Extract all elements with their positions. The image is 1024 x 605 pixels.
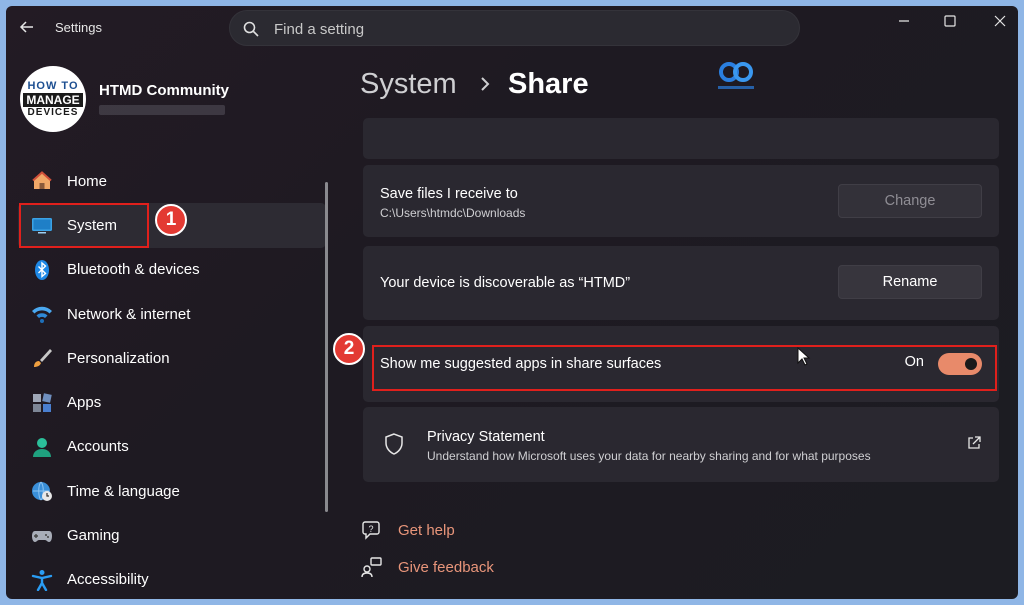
card-save-files: Save files I receive to C:\Users\htmdc\D… <box>363 165 999 237</box>
minimize-button[interactable] <box>881 6 927 36</box>
sidebar-item-label: Network & internet <box>67 305 191 323</box>
maximize-icon <box>944 15 956 27</box>
feedback-icon <box>361 557 382 578</box>
get-help-label[interactable]: Get help <box>398 522 455 539</box>
breadcrumb-parent[interactable]: System <box>360 68 457 101</box>
app-title: Settings <box>55 20 102 35</box>
sidebar-item-accessibility[interactable]: Accessibility <box>18 558 326 599</box>
shield-icon <box>385 433 403 455</box>
sidebar-item-gaming[interactable]: Gaming <box>18 513 326 557</box>
sidebar-item-network[interactable]: Network & internet <box>18 292 326 336</box>
sidebar-item-label: Gaming <box>67 527 120 545</box>
close-button[interactable] <box>977 6 1018 36</box>
htmd-community-logo <box>712 56 760 96</box>
globe-clock-icon <box>30 479 54 503</box>
card-partial-top <box>363 118 999 159</box>
sidebar-item-label: Personalization <box>67 349 170 367</box>
sidebar-item-label: Accessibility <box>67 571 149 589</box>
sidebar-item-bluetooth[interactable]: Bluetooth & devices <box>18 248 326 292</box>
sidebar-item-accounts[interactable]: Accounts <box>18 425 326 469</box>
external-link-icon[interactable] <box>967 436 981 450</box>
card-privacy-statement[interactable]: Privacy Statement Understand how Microso… <box>363 407 999 482</box>
give-feedback-label[interactable]: Give feedback <box>398 559 494 576</box>
brush-icon <box>30 346 54 370</box>
avatar-text-line-1: HOW TO <box>27 79 79 92</box>
avatar-text-line-2: MANAGE <box>23 92 83 107</box>
sidebar-item-label: Apps <box>67 394 102 412</box>
profile-name: HTMD Community <box>99 82 229 99</box>
sidebar-item-label: Accounts <box>67 438 129 456</box>
highlight-box-system <box>19 203 149 248</box>
sidebar-item-label: Bluetooth & devices <box>67 261 200 279</box>
change-button[interactable]: Change <box>838 184 982 218</box>
avatar[interactable]: HOW TO MANAGE DEVICES <box>20 66 86 132</box>
breadcrumb-chevron-icon <box>478 74 492 99</box>
sidebar-item-label: Home <box>67 172 108 190</box>
wifi-icon <box>30 302 54 326</box>
sidebar-item-apps[interactable]: Apps <box>18 380 326 424</box>
annotation-badge-2: 2 <box>333 333 365 365</box>
save-files-title: Save files I receive to <box>380 186 518 202</box>
give-feedback-link[interactable]: Give feedback <box>361 555 494 579</box>
accessibility-icon <box>30 568 54 592</box>
apps-icon <box>30 391 54 415</box>
maximize-button[interactable] <box>927 6 973 36</box>
minimize-icon <box>899 20 909 22</box>
profile-email-redacted <box>99 105 225 115</box>
search-icon <box>243 21 259 37</box>
title-bar: Settings <box>6 6 1018 52</box>
privacy-subtitle: Understand how Microsoft uses your data … <box>427 449 871 463</box>
back-button[interactable] <box>16 16 38 38</box>
get-help-link[interactable]: ? Get help <box>361 518 455 542</box>
mouse-cursor-icon <box>797 347 811 366</box>
save-files-path: C:\Users\htmdc\Downloads <box>380 206 526 220</box>
highlight-box-suggested-apps <box>372 345 997 391</box>
search-box[interactable] <box>229 10 800 46</box>
sidebar-scrollbar[interactable] <box>325 182 328 512</box>
discoverable-title: Your device is discoverable as “HTMD” <box>380 275 631 291</box>
card-discoverable: Your device is discoverable as “HTMD” Re… <box>363 246 999 320</box>
close-icon <box>994 15 1006 27</box>
back-arrow-icon <box>19 21 33 33</box>
search-input[interactable] <box>274 18 774 40</box>
sidebar-item-home[interactable]: Home <box>18 159 326 203</box>
page-title: Share <box>508 68 589 100</box>
sidebar-item-time-language[interactable]: Time & language <box>18 469 326 513</box>
sidebar-item-label: Time & language <box>67 482 180 500</box>
annotation-badge-1: 1 <box>155 204 187 236</box>
gamepad-icon <box>30 524 54 548</box>
bluetooth-icon <box>30 258 54 282</box>
rename-button[interactable]: Rename <box>838 265 982 299</box>
svg-text:?: ? <box>368 524 373 534</box>
person-icon <box>30 435 54 459</box>
settings-window: Settings HOW TO MANAGE DEVICES HTMD Comm… <box>6 6 1018 599</box>
home-icon <box>30 169 54 193</box>
avatar-text-line-3: DEVICES <box>27 106 79 118</box>
help-chat-icon: ? <box>362 521 380 540</box>
privacy-title: Privacy Statement <box>427 429 545 445</box>
sidebar-item-personalization[interactable]: Personalization <box>18 336 326 380</box>
